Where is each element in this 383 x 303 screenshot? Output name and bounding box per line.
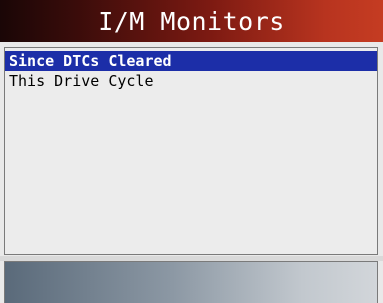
scan-tool-screen: I/M Monitors Since DTCs Cleared This Dri… bbox=[0, 0, 383, 303]
menu-item-this-drive-cycle[interactable]: This Drive Cycle bbox=[5, 71, 377, 91]
title-bar: I/M Monitors bbox=[0, 0, 383, 42]
menu-item-since-dtcs-cleared[interactable]: Since DTCs Cleared bbox=[5, 51, 377, 71]
menu-list: Since DTCs Cleared This Drive Cycle bbox=[4, 47, 378, 255]
screen-title: I/M Monitors bbox=[98, 6, 285, 36]
bottom-status-bar bbox=[4, 261, 378, 303]
